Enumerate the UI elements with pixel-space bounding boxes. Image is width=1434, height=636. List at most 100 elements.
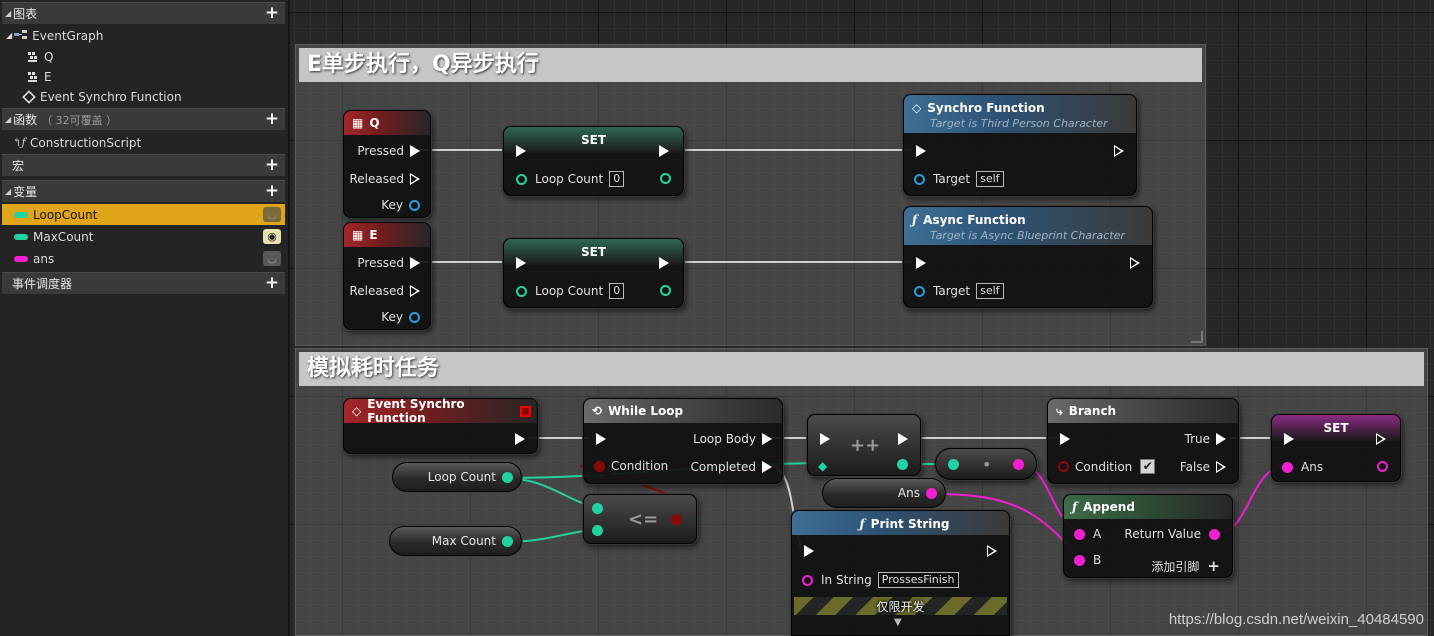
- object-pin-icon[interactable]: [914, 173, 925, 185]
- pin-condition[interactable]: Condition ✔: [1058, 459, 1156, 474]
- pin-released[interactable]: Released: [349, 172, 420, 186]
- exec-pin-icon[interactable]: [596, 433, 606, 445]
- node-header[interactable]: ƒ Append: [1064, 495, 1232, 519]
- exec-out-pin[interactable]: [515, 433, 525, 445]
- less-equal-compare-node[interactable]: <=: [583, 494, 697, 544]
- set-loop-count-node-1[interactable]: SET Loop Count 0: [503, 126, 684, 196]
- integer-pin-icon[interactable]: [516, 173, 527, 185]
- in-string-input[interactable]: ProssesFinish: [877, 572, 959, 588]
- node-header[interactable]: ◇ Event Synchro Function: [344, 397, 537, 425]
- async-function-call-node[interactable]: ƒ Async Function Target is Async Blueprin…: [903, 206, 1153, 308]
- pin-return-value[interactable]: Return Value: [1124, 527, 1220, 541]
- graph-canvas[interactable]: E单步执行，Q异步执行 模拟耗时任务 ▦ Q Pressed Released …: [290, 0, 1434, 636]
- set-ans-node[interactable]: SET Ans: [1271, 414, 1401, 482]
- collapse-triangle-icon[interactable]: ◢: [5, 187, 11, 196]
- integer-pin-icon[interactable]: [660, 285, 671, 296]
- comment-title[interactable]: E单步执行，Q异步执行: [299, 48, 1202, 82]
- int-to-string-conversion-node[interactable]: •: [935, 448, 1037, 480]
- pin-key[interactable]: Key: [381, 310, 420, 324]
- print-string-node[interactable]: ƒ Print String In String ProssesFinish 仅…: [791, 510, 1010, 636]
- pin-b[interactable]: B: [1074, 553, 1101, 567]
- get-max-count-node[interactable]: Max Count: [389, 526, 522, 556]
- integer-pin-icon[interactable]: [516, 285, 527, 297]
- exec-pin-icon[interactable]: [516, 257, 526, 269]
- pin-completed[interactable]: Completed: [691, 460, 772, 474]
- pin-false[interactable]: False: [1180, 460, 1226, 474]
- eye-open-icon[interactable]: ◉: [263, 229, 281, 244]
- pin-in-string[interactable]: In String ProssesFinish: [802, 572, 959, 588]
- exec-pin-icon[interactable]: [820, 433, 830, 445]
- pin-target[interactable]: Target self: [914, 283, 1004, 299]
- exec-pin-icon[interactable]: [1216, 433, 1226, 445]
- set-loop-count-node-2[interactable]: SET Loop Count 0: [503, 238, 684, 308]
- node-header[interactable]: ◇ Synchro Function Target is Third Person…: [904, 95, 1136, 133]
- pin-pressed[interactable]: Pressed: [357, 144, 420, 158]
- exec-pin-icon[interactable]: [516, 145, 526, 157]
- pin-condition[interactable]: Condition: [594, 459, 668, 473]
- variable-item-loopcount[interactable]: LoopCount ◡: [2, 204, 285, 225]
- get-ans-node[interactable]: Ans: [822, 478, 946, 508]
- exec-pin-icon[interactable]: [762, 461, 772, 473]
- add-pin-button[interactable]: 添加引脚 +: [1151, 557, 1220, 575]
- expand-advanced-arrow-icon[interactable]: ▼: [894, 617, 902, 628]
- exec-pin-icon[interactable]: [515, 433, 525, 445]
- add-graph-button[interactable]: +: [263, 5, 281, 22]
- exec-pin-icon[interactable]: [987, 545, 997, 557]
- output-pin[interactable]: [660, 173, 671, 184]
- output-pin[interactable]: [671, 514, 682, 525]
- exec-pin-icon[interactable]: [1284, 433, 1294, 445]
- string-pin-icon[interactable]: [1074, 528, 1085, 540]
- exec-pin-icon[interactable]: [1060, 433, 1070, 445]
- exec-pin-icon[interactable]: [410, 145, 420, 157]
- node-header[interactable]: ▦ E: [344, 223, 430, 247]
- pin-ans[interactable]: Ans: [1282, 460, 1323, 474]
- exec-out-pin[interactable]: [987, 545, 997, 557]
- pin-loop-body[interactable]: Loop Body: [693, 432, 772, 446]
- exec-in-pin[interactable]: [516, 145, 526, 157]
- exec-pin-icon[interactable]: [410, 173, 420, 185]
- object-pin-icon[interactable]: [914, 285, 925, 297]
- string-pin-icon[interactable]: [926, 487, 937, 499]
- pin-released[interactable]: Released: [349, 284, 420, 298]
- add-macro-button[interactable]: +: [263, 157, 281, 174]
- graph-item-event-synchro-function[interactable]: Event Synchro Function: [2, 86, 285, 107]
- pin-loop-count[interactable]: Loop Count 0: [516, 283, 625, 299]
- pin-true[interactable]: True: [1185, 432, 1226, 446]
- output-pin[interactable]: [1013, 459, 1024, 470]
- node-header[interactable]: SET: [504, 127, 683, 153]
- graph-item-e[interactable]: E: [2, 66, 285, 87]
- plus-icon[interactable]: +: [1207, 557, 1220, 575]
- bool-pin-icon[interactable]: [594, 460, 605, 472]
- node-header[interactable]: SET: [504, 239, 683, 265]
- integer-pin-icon[interactable]: [502, 535, 513, 547]
- integer-pin-icon[interactable]: [660, 173, 671, 184]
- input-key-event-q-node[interactable]: ▦ Q Pressed Released Key: [343, 110, 431, 218]
- bool-pin-icon[interactable]: [671, 514, 682, 525]
- loop-count-input[interactable]: 0: [609, 171, 625, 187]
- exec-in-pin[interactable]: [1284, 433, 1294, 445]
- integer-pin-icon[interactable]: [502, 471, 513, 483]
- integer-pin-icon[interactable]: [948, 459, 959, 470]
- resize-handle-icon[interactable]: [1191, 331, 1203, 343]
- exec-out-pin[interactable]: [659, 145, 669, 157]
- synchro-function-call-node[interactable]: ◇ Synchro Function Target is Third Person…: [903, 94, 1137, 196]
- exec-in-pin[interactable]: [916, 257, 926, 269]
- increment-node[interactable]: ++ ◆: [807, 414, 921, 476]
- string-pin-icon[interactable]: [1074, 554, 1085, 566]
- node-header[interactable]: ⤷ Branch: [1048, 399, 1238, 423]
- string-pin-icon[interactable]: [1013, 459, 1024, 470]
- branch-node[interactable]: ⤷ Branch True Condition ✔ False: [1047, 398, 1239, 484]
- input-pin[interactable]: ◆: [818, 459, 827, 473]
- node-header[interactable]: ▦ Q: [344, 111, 430, 135]
- exec-out-pin[interactable]: [659, 257, 669, 269]
- output-pin[interactable]: [897, 459, 908, 470]
- append-string-node[interactable]: ƒ Append A Return Value B 添加引脚 +: [1063, 494, 1233, 578]
- delegate-pin-icon[interactable]: [520, 405, 531, 417]
- exec-in-pin[interactable]: [1060, 433, 1070, 445]
- section-macros[interactable]: 宏 +: [2, 154, 285, 176]
- input-a-pin[interactable]: [592, 503, 603, 514]
- output-pin[interactable]: [1377, 461, 1388, 472]
- exec-in-pin[interactable]: [916, 145, 926, 157]
- collapse-triangle-icon[interactable]: ◢: [5, 115, 11, 124]
- eye-closed-icon[interactable]: ◡: [263, 207, 281, 222]
